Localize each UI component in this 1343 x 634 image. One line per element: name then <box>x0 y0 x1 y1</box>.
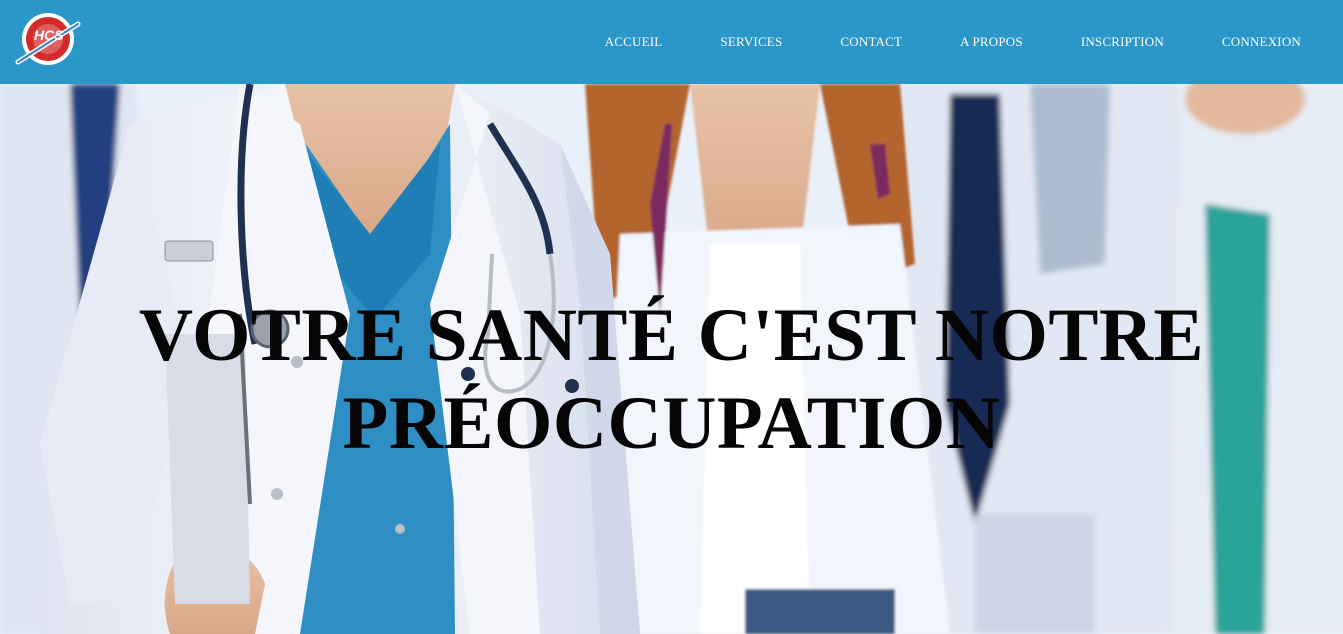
nav-contact[interactable]: CONTACT <box>840 34 902 50</box>
nav-a-propos[interactable]: A PROPOS <box>960 34 1023 50</box>
nav-accueil[interactable]: ACCUEIL <box>605 34 663 50</box>
nav-services[interactable]: SERVICES <box>720 34 782 50</box>
logo-text: HCS <box>34 27 64 43</box>
main-nav: ACCUEIL SERVICES CONTACT A PROPOS INSCRI… <box>547 0 1343 84</box>
navbar: HCS ACCUEIL SERVICES CONTACT A PROPOS IN… <box>0 0 1343 84</box>
hero-banner: VOTRE SANTÉ C'EST NOTRE PRÉOCCUPATION <box>0 84 1343 634</box>
logo-icon: HCS <box>15 13 81 65</box>
nav-inscription[interactable]: INSCRIPTION <box>1081 34 1164 50</box>
hero-title: VOTRE SANTÉ C'EST NOTRE PRÉOCCUPATION <box>0 292 1343 468</box>
hero-title-line-2: PRÉOCCUPATION <box>342 382 1001 465</box>
nav-connexion[interactable]: CONNEXION <box>1222 34 1301 50</box>
hero-title-line-1: VOTRE SANTÉ C'EST NOTRE <box>138 294 1205 377</box>
hcs-logo[interactable]: HCS <box>14 10 82 70</box>
